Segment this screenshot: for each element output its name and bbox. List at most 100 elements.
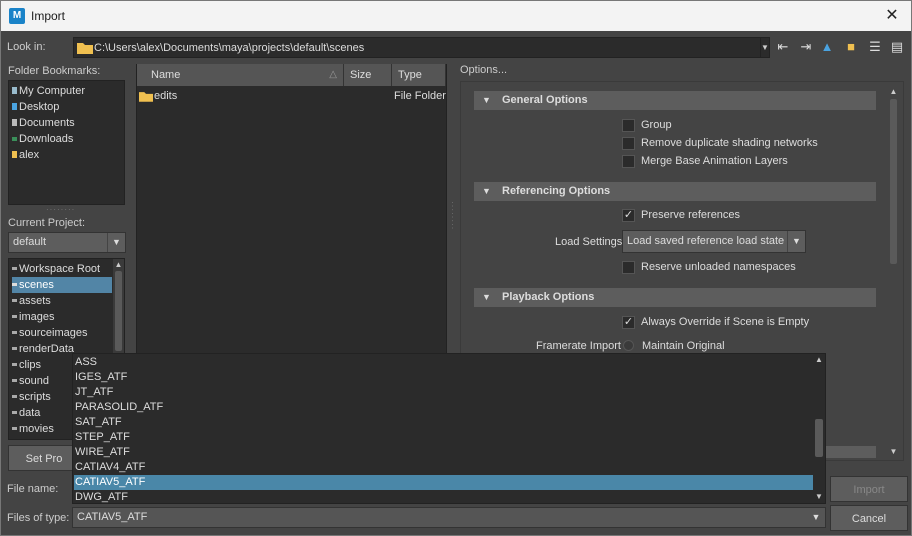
file-type-option[interactable]: JT_ATF: [74, 385, 814, 400]
reserve-namespaces-checkbox[interactable]: [622, 261, 635, 274]
folder-icon: [12, 331, 17, 334]
chevron-down-icon: ▼: [107, 233, 125, 252]
options-scrollbar[interactable]: ▲ ▼: [887, 87, 900, 459]
scroll-down-icon[interactable]: ▼: [813, 492, 825, 501]
referencing-options-header[interactable]: ▼ Referencing Options: [474, 182, 876, 201]
title-bar: M Import ✕: [1, 1, 911, 31]
folder-icon: [12, 427, 17, 430]
bookmark-documents[interactable]: Documents: [12, 115, 75, 131]
file-type-option[interactable]: CATIAV4_ATF: [74, 460, 814, 475]
project-item-sound[interactable]: sound: [12, 373, 49, 389]
scroll-down-icon[interactable]: ▼: [887, 447, 900, 456]
framerate-import-label: Framerate Import: [536, 340, 621, 352]
folder-icon: [12, 267, 17, 270]
look-in-label: Look in:: [7, 41, 46, 53]
window-title: Import: [31, 9, 66, 23]
files-of-type-combo[interactable]: CATIAV5_ATF ▼: [72, 507, 826, 528]
project-item-workspace-root[interactable]: Workspace Root: [12, 261, 100, 277]
project-item-renderdata[interactable]: renderData: [12, 341, 74, 357]
forward-icon[interactable]: ⇥: [798, 39, 814, 55]
folder-icon: [12, 283, 17, 286]
general-options-header[interactable]: ▼ General Options: [474, 91, 876, 110]
project-item-assets[interactable]: assets: [12, 293, 51, 309]
chevron-down-icon: ▼: [787, 231, 805, 252]
project-item-data[interactable]: data: [12, 405, 40, 421]
project-item-scenes[interactable]: scenes: [12, 277, 112, 293]
file-type-option[interactable]: STEP_ATF: [74, 430, 814, 445]
file-type-option[interactable]: WIRE_ATF: [74, 445, 814, 460]
scroll-thumb[interactable]: [890, 99, 897, 264]
bookmark-alex[interactable]: alex: [12, 147, 39, 163]
always-override-label: Always Override if Scene is Empty: [641, 316, 810, 328]
close-icon[interactable]: ✕: [881, 5, 903, 27]
file-type-option[interactable]: SAT_ATF: [74, 415, 814, 430]
look-in-combo[interactable]: C:\Users\alex\Documents\maya\projects\de…: [73, 37, 761, 58]
column-header-size[interactable]: Size: [344, 64, 392, 86]
file-name-label: File name:: [7, 483, 59, 495]
project-item-sourceimages[interactable]: sourceimages: [12, 325, 87, 341]
collapse-icon: ▼: [482, 186, 491, 196]
bookmarks-list: My Computer Desktop Documents Downloads …: [8, 80, 125, 205]
file-row-edits[interactable]: edits File Folder: [137, 89, 446, 105]
import-button[interactable]: Import: [830, 476, 908, 502]
bookmark-my-computer[interactable]: My Computer: [12, 83, 85, 99]
project-item-scripts[interactable]: scripts: [12, 389, 51, 405]
documents-icon: [12, 119, 17, 126]
always-override-checkbox[interactable]: ✓: [622, 316, 635, 329]
scroll-up-icon[interactable]: ▲: [813, 355, 825, 364]
current-project-label: Current Project:: [8, 217, 86, 229]
cancel-button[interactable]: Cancel: [830, 505, 908, 531]
maintain-original-radio[interactable]: [623, 340, 634, 351]
file-type-option[interactable]: ASS: [74, 355, 814, 370]
bookmark-downloads[interactable]: Downloads: [12, 131, 73, 147]
column-header-name[interactable]: Name △: [137, 64, 344, 86]
merge-base-label: Merge Base Animation Layers: [641, 155, 788, 167]
new-folder-icon[interactable]: ■: [843, 39, 859, 55]
list-view-icon[interactable]: ☰: [867, 39, 883, 55]
project-combo[interactable]: default ▼: [8, 232, 126, 253]
scroll-up-icon[interactable]: ▲: [113, 260, 124, 269]
preserve-references-checkbox[interactable]: ✓: [622, 209, 635, 222]
merge-base-checkbox[interactable]: [622, 155, 635, 168]
look-in-path: C:\Users\alex\Documents\maya\projects\de…: [94, 42, 365, 54]
splitter-grip-vertical[interactable]: ········: [448, 201, 457, 230]
file-type-option[interactable]: PARASOLID_ATF: [74, 400, 814, 415]
folder-icon: [12, 347, 17, 350]
detail-view-icon[interactable]: ▤: [889, 39, 905, 55]
scroll-thumb[interactable]: [815, 419, 823, 457]
chevron-down-icon: ▼: [811, 512, 821, 522]
project-item-images[interactable]: images: [12, 309, 54, 325]
remove-duplicate-checkbox[interactable]: [622, 137, 635, 150]
import-dialog: M Import ✕ Look in: C:\Users\alex\Docume…: [0, 0, 912, 536]
folder-icon: [12, 379, 17, 382]
file-type-option[interactable]: IGES_ATF: [74, 370, 814, 385]
look-in-dropdown-arrow[interactable]: ▼: [760, 37, 770, 58]
project-item-movies[interactable]: movies: [12, 421, 54, 437]
column-header-type[interactable]: Type: [392, 64, 446, 86]
folder-icon: [12, 411, 17, 414]
up-folder-icon[interactable]: ▲: [819, 39, 835, 55]
collapse-icon: ▼: [482, 95, 491, 105]
collapse-icon: ▼: [482, 292, 491, 302]
maya-app-icon: M: [9, 8, 25, 24]
bookmarks-label: Folder Bookmarks:: [8, 65, 101, 77]
set-project-button[interactable]: Set Pro: [8, 445, 80, 471]
files-of-type-dropdown: ASS IGES_ATF JT_ATF PARASOLID_ATF SAT_AT…: [72, 353, 826, 504]
group-label: Group: [641, 119, 672, 131]
folder-icon: [12, 299, 17, 302]
back-icon[interactable]: ⇤: [775, 39, 791, 55]
dropdown-scrollbar[interactable]: ▲ ▼: [813, 354, 825, 503]
maintain-original-label: Maintain Original: [642, 340, 725, 352]
load-settings-combo[interactable]: Load saved reference load state ▼: [622, 230, 806, 253]
playback-options-header[interactable]: ▼ Playback Options: [474, 288, 876, 307]
bookmark-desktop[interactable]: Desktop: [12, 99, 59, 115]
group-checkbox[interactable]: [622, 119, 635, 132]
file-type-option[interactable]: DWG_ATF: [74, 490, 814, 503]
project-item-clips[interactable]: clips: [12, 357, 41, 373]
computer-icon: [12, 87, 17, 94]
scroll-up-icon[interactable]: ▲: [887, 87, 900, 96]
scroll-thumb[interactable]: [115, 271, 122, 351]
file-type-option-selected[interactable]: CATIAV5_ATF: [74, 475, 814, 490]
splitter-grip[interactable]: ········: [46, 205, 75, 214]
desktop-icon: [12, 103, 17, 110]
